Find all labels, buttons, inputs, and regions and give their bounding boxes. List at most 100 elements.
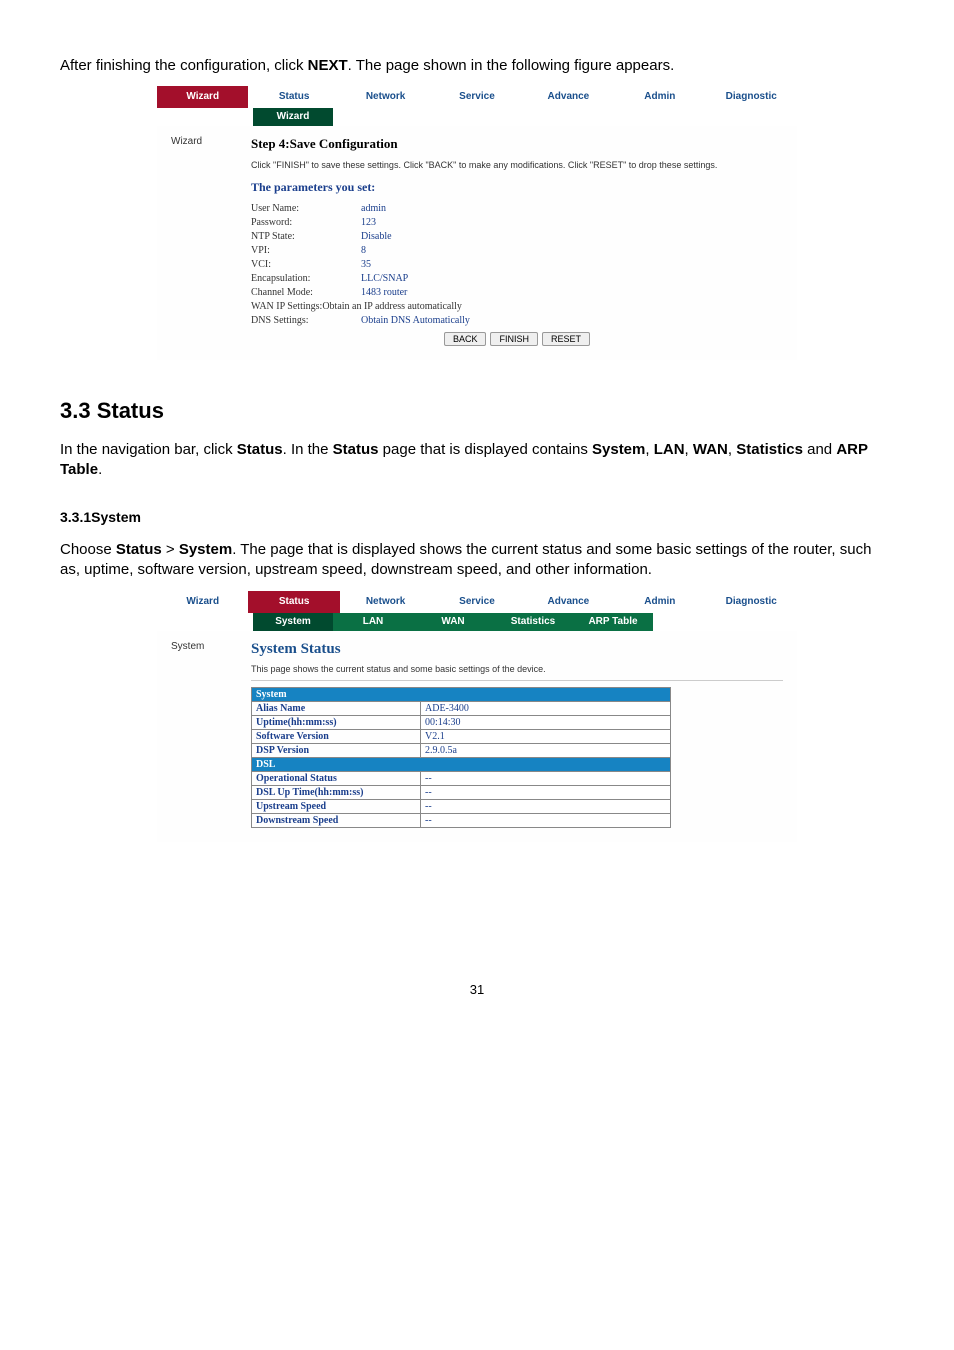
- left-sidebar-label: System: [171, 641, 204, 652]
- nav-item-wizard[interactable]: Wizard: [157, 591, 248, 613]
- nav-item-diagnostic[interactable]: Diagnostic: [706, 86, 797, 108]
- finish-button[interactable]: FINISH: [490, 332, 538, 346]
- t: Status: [333, 441, 379, 458]
- table-cell-value: --: [421, 786, 671, 800]
- table-row: Alias NameADE-3400: [252, 702, 671, 716]
- table-cell-value: ADE-3400: [421, 702, 671, 716]
- table-row: Uptime(hh:mm:ss)00:14:30: [252, 716, 671, 730]
- nav-item-status[interactable]: Status: [248, 86, 339, 108]
- status-paragraph: In the navigation bar, click Status. In …: [60, 440, 894, 479]
- param-row: VPI:8: [251, 245, 783, 256]
- t: Choose: [60, 541, 116, 558]
- table-cell-value: --: [421, 814, 671, 828]
- t: ,: [645, 441, 653, 458]
- t: In the navigation bar, click: [60, 441, 237, 458]
- subnav-tab-lan[interactable]: LAN: [333, 613, 413, 631]
- table-cell-label: DSP Version: [252, 744, 421, 758]
- param-label: DNS Settings:: [251, 315, 361, 326]
- nav-item-diagnostic[interactable]: Diagnostic: [706, 591, 797, 613]
- param-value: 8: [361, 245, 366, 256]
- subnav-tab-system[interactable]: System: [253, 613, 333, 631]
- right-content: System Status This page shows the curren…: [251, 641, 783, 828]
- table-row: DSP Version2.9.0.5a: [252, 744, 671, 758]
- param-row: Password:123: [251, 217, 783, 228]
- table-row: Upstream Speed--: [252, 800, 671, 814]
- param-label: VCI:: [251, 259, 361, 270]
- table-row: Software VersionV2.1: [252, 730, 671, 744]
- table-cell-label: Uptime(hh:mm:ss): [252, 716, 421, 730]
- table-row: Operational Status--: [252, 772, 671, 786]
- left-sidebar: System: [171, 641, 251, 828]
- system-status-title: System Status: [251, 641, 783, 658]
- left-sidebar-label: Wizard: [171, 136, 202, 147]
- table-cell-value: --: [421, 800, 671, 814]
- system-status-table: SystemAlias NameADE-3400Uptime(hh:mm:ss)…: [251, 687, 671, 828]
- intro-text-2: . The page shown in the following figure…: [348, 57, 675, 74]
- intro-bold: NEXT: [308, 57, 348, 74]
- t: System: [179, 541, 232, 558]
- params-list: User Name:admin Password:123 NTP State:Dis…: [251, 203, 783, 326]
- table-cell-label: Upstream Speed: [252, 800, 421, 814]
- param-label: Channel Mode:: [251, 287, 361, 298]
- param-label: Password:: [251, 217, 361, 228]
- left-sidebar: Wizard: [171, 136, 251, 346]
- t: WAN: [693, 441, 728, 458]
- subnav-tab-wizard[interactable]: Wizard: [253, 108, 333, 126]
- nav-item-admin[interactable]: Admin: [614, 591, 705, 613]
- table-row: DSL Up Time(hh:mm:ss)--: [252, 786, 671, 800]
- content-area: Wizard Step 4:Save Configuration Click "…: [157, 126, 797, 360]
- table-cell-label: Operational Status: [252, 772, 421, 786]
- sub-nav-left-spacer: [157, 613, 253, 631]
- table-cell-label: DSL Up Time(hh:mm:ss): [252, 786, 421, 800]
- param-value: admin: [361, 203, 386, 214]
- nav-item-advance[interactable]: Advance: [523, 591, 614, 613]
- page-number: 31: [60, 982, 894, 997]
- sub-nav-left-spacer: [157, 108, 253, 126]
- table-cell-label: Downstream Speed: [252, 814, 421, 828]
- nav-item-network[interactable]: Network: [340, 591, 431, 613]
- subnav-tab-statistics[interactable]: Statistics: [493, 613, 573, 631]
- param-row: Encapsulation:LLC/SNAP: [251, 273, 783, 284]
- t: Statistics: [736, 441, 803, 458]
- nav-item-service[interactable]: Service: [431, 591, 522, 613]
- nav-item-network[interactable]: Network: [340, 86, 431, 108]
- param-label: User Name:: [251, 203, 361, 214]
- param-value: Disable: [361, 231, 392, 242]
- nav-item-advance[interactable]: Advance: [523, 86, 614, 108]
- table-cell-value: --: [421, 772, 671, 786]
- param-value: LLC/SNAP: [361, 273, 408, 284]
- reset-button[interactable]: RESET: [542, 332, 590, 346]
- t: ,: [728, 441, 736, 458]
- nav-item-wizard[interactable]: Wizard: [157, 86, 248, 108]
- param-value: Obtain an IP address automatically: [322, 301, 462, 312]
- back-button[interactable]: BACK: [444, 332, 487, 346]
- nav-item-admin[interactable]: Admin: [614, 86, 705, 108]
- content-area: System System Status This page shows the…: [157, 631, 797, 842]
- table-cell-value: V2.1: [421, 730, 671, 744]
- top-nav: WizardStatusNetworkServiceAdvanceAdminDi…: [157, 86, 797, 108]
- screenshot-wizard-step4: WizardStatusNetworkServiceAdvanceAdminDi…: [157, 86, 797, 360]
- t: ,: [685, 441, 693, 458]
- system-paragraph: Choose Status > System. The page that is…: [60, 540, 894, 579]
- param-value: 1483 router: [361, 287, 407, 298]
- table-cell-label: Alias Name: [252, 702, 421, 716]
- sub-nav-tabs: SystemLANWANStatisticsARP Table: [253, 613, 797, 631]
- t: >: [162, 541, 179, 558]
- heading-3-3-1-system: 3.3.1System: [60, 509, 894, 525]
- intro-text-1: After finishing the configuration, click: [60, 57, 308, 74]
- nav-item-service[interactable]: Service: [431, 86, 522, 108]
- subnav-tab-arp-table[interactable]: ARP Table: [573, 613, 653, 631]
- subnav-tab-wan[interactable]: WAN: [413, 613, 493, 631]
- table-cell-label: Software Version: [252, 730, 421, 744]
- param-row: WAN IP Settings: Obtain an IP address au…: [251, 301, 783, 312]
- sub-nav-row: Wizard: [157, 108, 797, 126]
- param-value: Obtain DNS Automatically: [361, 315, 470, 326]
- param-row: User Name:admin: [251, 203, 783, 214]
- screenshot-system-status: WizardStatusNetworkServiceAdvanceAdminDi…: [157, 591, 797, 842]
- right-content: Step 4:Save Configuration Click "FINISH"…: [251, 136, 783, 346]
- t: and: [803, 441, 836, 458]
- nav-item-status[interactable]: Status: [248, 591, 339, 613]
- sub-nav-tabs: Wizard: [253, 108, 797, 126]
- table-row: Downstream Speed--: [252, 814, 671, 828]
- param-row: NTP State:Disable: [251, 231, 783, 242]
